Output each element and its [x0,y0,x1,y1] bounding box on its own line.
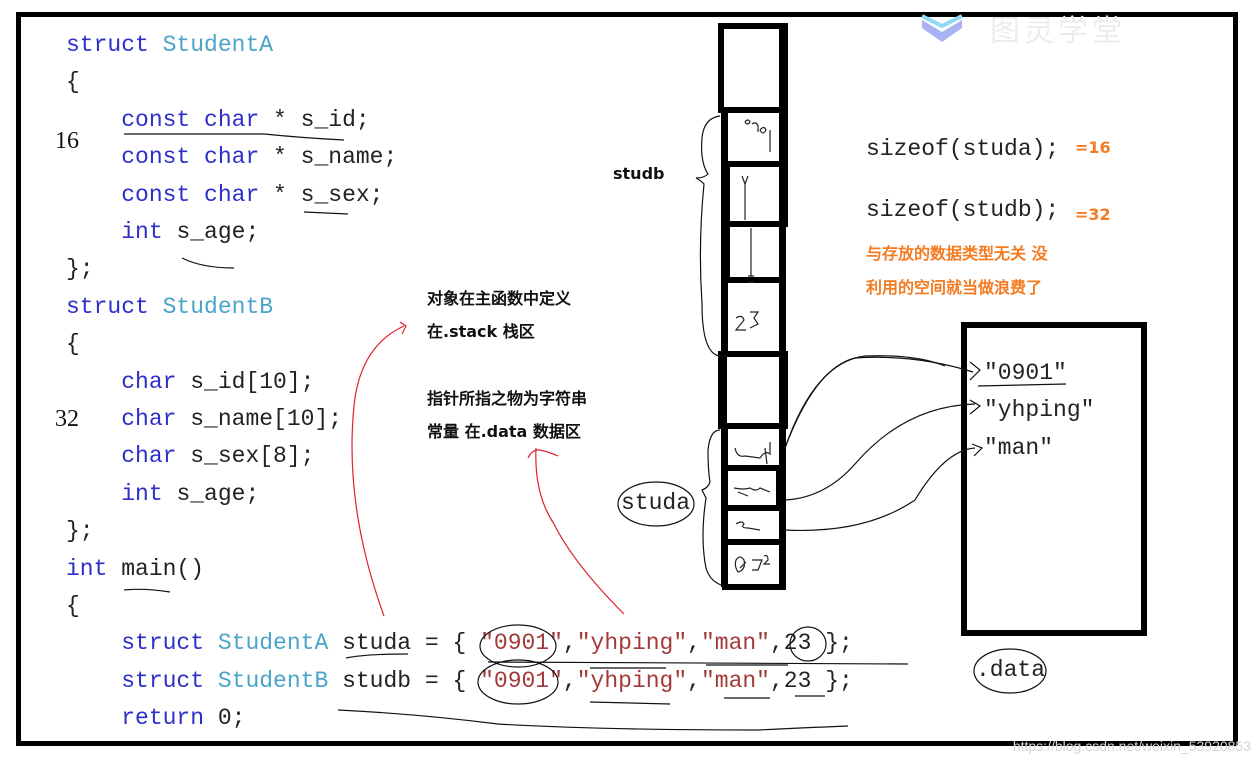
circle-0901-a [479,624,557,668]
stack-cell-empty-mid [718,351,788,429]
stack-cell-studa-age [722,539,786,590]
stack-cell-studa-name [722,465,782,511]
studa-circle [617,481,695,527]
stack-cell-marks [733,119,771,573]
data-segment-box [961,322,1147,636]
stack-cell-studa-id [722,423,786,471]
red-arrow-to-data-note [535,447,625,615]
data-label-circle [973,648,1047,694]
stack-cell-studb-sex [724,221,786,283]
stack-cell-studb-id [722,107,788,167]
circle-23-a [789,626,827,662]
stack-cell-empty-top [718,23,788,113]
brace-studa [701,429,725,587]
pointer-arrows [784,355,984,532]
red-arrow-to-stack-note [351,325,405,617]
red-arrows [351,321,625,617]
arrow-s-sex-to-man [784,447,976,532]
arrow-s-name-to-yhping [784,403,976,501]
arrow-s-id-to-0901 [784,356,974,449]
diagram-drawing [123,23,1147,731]
stack-cell-studb-name [724,161,788,227]
stack-column [718,23,788,590]
stack-cell-studa-sex [722,505,786,545]
